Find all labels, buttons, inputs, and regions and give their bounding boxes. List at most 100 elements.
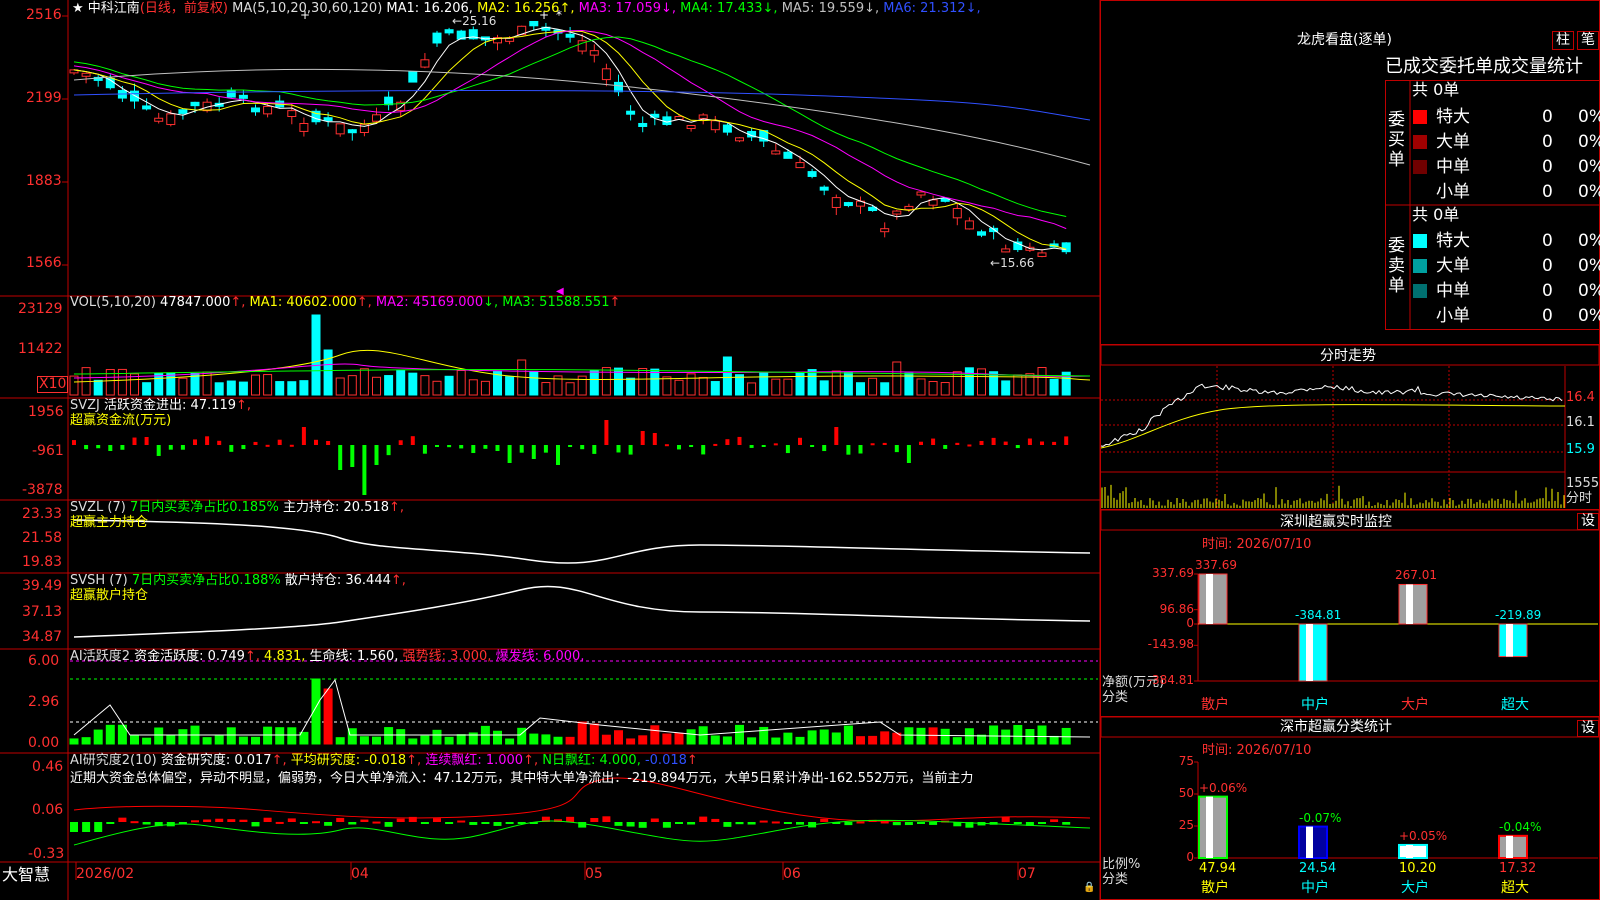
candle-body — [1001, 248, 1011, 253]
research-bar — [626, 822, 635, 827]
research-bar — [324, 822, 333, 826]
activity-bar — [650, 725, 660, 745]
fund-flow-bar — [1027, 438, 1032, 445]
volume-bar — [868, 377, 878, 396]
sz-monitor-bar — [1298, 623, 1328, 682]
sz-monitor-ytick: 96.86 — [1159, 601, 1194, 616]
brand-logo[interactable]: 大智慧 — [2, 865, 50, 885]
sz-monitor-settings-button[interactable]: 设 — [1577, 513, 1599, 530]
sz-monitor-category: 中户 — [1301, 697, 1329, 713]
sz-class-bar-highlight — [1306, 826, 1313, 858]
candle-body — [323, 117, 333, 122]
ma-legend-item: MA5: 19.559↓, — [777, 1, 880, 16]
fund-flow-bar — [773, 443, 778, 446]
fund-flow-bar — [677, 445, 681, 450]
activity-bar — [868, 735, 878, 745]
activity-bar — [142, 737, 152, 745]
fund-flow-bar — [967, 444, 972, 447]
tick-mode-button[interactable]: 笔 — [1577, 31, 1599, 50]
research-bar — [118, 817, 127, 822]
sz-class-bar — [1298, 825, 1328, 860]
candle-body — [843, 202, 853, 207]
candle-body — [964, 220, 974, 230]
activity-bar — [493, 730, 502, 745]
research-bar — [420, 822, 429, 824]
fund-flow-bar — [943, 445, 948, 449]
order-row-pct: 0% — [1578, 157, 1600, 177]
sz-class-settings-button[interactable]: 设 — [1577, 720, 1599, 737]
volume-bar — [432, 380, 442, 396]
volume-bar — [831, 370, 841, 396]
fund-flow-bar — [556, 445, 560, 465]
sz-class-value-label: 24.54 — [1299, 861, 1337, 876]
volume-bar — [238, 381, 248, 396]
volume-bar — [142, 382, 152, 396]
stock-name[interactable]: 中科江南 — [88, 1, 140, 16]
activity-bar — [904, 727, 914, 745]
sz-class-bar-highlight — [1206, 796, 1213, 858]
activity-bar — [771, 737, 781, 745]
activity-bar — [916, 727, 926, 745]
star-icon[interactable]: ★ — [72, 1, 84, 16]
volume-bar — [287, 381, 297, 396]
sz-class-bar-highlight — [1506, 835, 1513, 858]
activity-bar — [154, 727, 164, 745]
research-bar — [215, 818, 224, 822]
sz-monitor-bar-body — [1198, 573, 1228, 625]
research-bar — [396, 818, 405, 822]
sz-monitor-bar — [1398, 583, 1428, 625]
activity-bar — [662, 733, 672, 745]
fund-flow-bar — [265, 444, 270, 447]
ai-research-ytick: -0.33 — [28, 846, 65, 862]
fund-flow-bar — [894, 445, 899, 453]
fund-flow-bar — [301, 427, 306, 445]
activity-bar — [577, 721, 587, 745]
research-bar — [771, 821, 780, 824]
sz-monitor-bar — [1198, 573, 1228, 625]
sz-class-ylabel: 比例% — [1102, 857, 1141, 872]
fund-flow-bar — [1064, 436, 1069, 445]
activity-bar — [444, 736, 454, 745]
fund-flow-bar — [882, 442, 887, 445]
sz-class-bar-body — [1198, 795, 1228, 859]
lock-icon[interactable]: 🔒 — [1083, 880, 1095, 895]
activity-bar — [1061, 727, 1071, 745]
candle-body — [783, 151, 793, 159]
research-bar — [1013, 822, 1022, 824]
sz-monitor-bar-highlight — [1306, 624, 1313, 681]
sz-class-value-label: 17.32 — [1499, 861, 1537, 876]
research-bar — [929, 822, 938, 825]
fund-flow-bar — [253, 441, 258, 445]
fund-flow-bar — [906, 445, 911, 463]
fenshi-title: 分时走势 — [1320, 348, 1376, 364]
fund-flow-bar — [810, 445, 815, 447]
fund-flow-bar — [338, 445, 343, 470]
candle-body — [142, 105, 152, 110]
legend-swatch — [1413, 309, 1427, 323]
research-bar — [433, 818, 441, 822]
candle-body — [807, 171, 817, 177]
chart-mode[interactable]: (日线，前复权) — [140, 1, 228, 16]
activity-bar — [989, 725, 999, 745]
candle-body — [892, 210, 902, 215]
activity-bar — [819, 729, 829, 745]
fenshi-ytick: 16.1 — [1566, 415, 1595, 430]
activity-bar — [408, 738, 418, 745]
candle-body — [154, 117, 164, 122]
research-bar — [445, 822, 454, 824]
fund-flow-bar — [1052, 441, 1057, 445]
sz-class-category: 大户 — [1401, 880, 1429, 896]
bar-mode-button[interactable]: 柱 — [1552, 31, 1574, 50]
activity-bar — [843, 725, 853, 745]
sz-monitor-bar — [1498, 623, 1528, 658]
volume-bar — [916, 378, 926, 396]
svzj-ytick: -3878 — [22, 482, 63, 498]
volume-bar — [178, 377, 188, 396]
candle-body — [795, 162, 805, 169]
candle-body — [601, 68, 611, 81]
sz-class-change-label: +0.05% — [1399, 828, 1448, 843]
activity-bar — [807, 730, 817, 745]
price-ytick: 2516 — [26, 7, 62, 23]
fund-flow-bar — [144, 437, 149, 445]
fenshi-price-line — [1100, 383, 1563, 447]
